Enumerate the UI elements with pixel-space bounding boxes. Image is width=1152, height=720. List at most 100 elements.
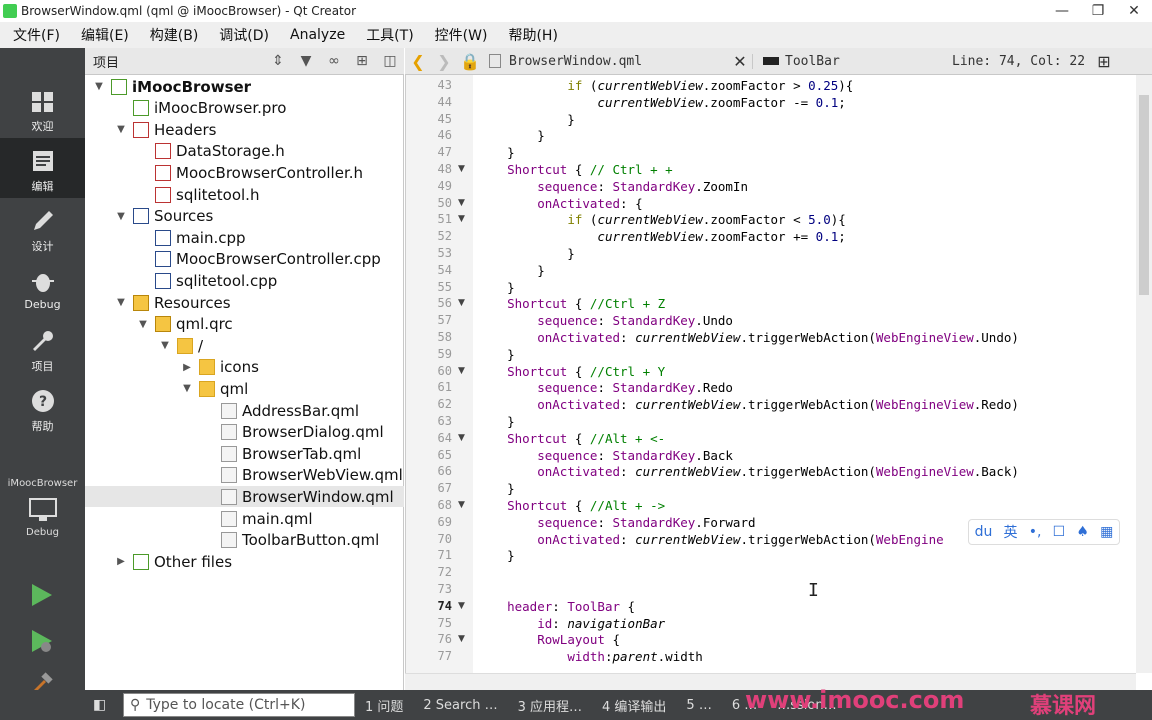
ime-menu-icon[interactable]: ▦ [1100, 524, 1113, 540]
code-editor[interactable]: if (currentWebView.zoomFactor > 0.25){ c… [473, 75, 1136, 673]
code-line[interactable]: width:parent.width [477, 648, 702, 665]
tree-item[interactable]: BrowserTab.qml [85, 443, 404, 464]
tree-item[interactable]: ▼ iMoocBrowser [85, 76, 404, 97]
tree-item[interactable]: iMoocBrowser.pro [85, 98, 404, 119]
pane-5[interactable]: 5 … [676, 698, 721, 713]
code-line[interactable]: RowLayout { [477, 631, 620, 648]
close-window-button[interactable]: ✕ [1116, 3, 1152, 19]
ime-toolbar[interactable]: du 英 •, ☐ ♠ ▦ [968, 519, 1120, 545]
code-line[interactable]: } [477, 127, 545, 144]
pane-compile-output[interactable]: 4 编译输出 [592, 696, 676, 715]
code-line[interactable]: } [477, 346, 515, 363]
mode-projects[interactable]: 项目 [0, 318, 85, 378]
code-line[interactable]: Shortcut { // Ctrl + + [477, 161, 673, 178]
locator-input[interactable]: ⚲ Type to locate (Ctrl+K) [123, 693, 355, 717]
code-line[interactable]: Shortcut { //Ctrl + Z [477, 295, 665, 312]
vertical-scrollbar[interactable] [1136, 75, 1152, 673]
mode-debug[interactable]: Debug [0, 258, 85, 318]
tree-item[interactable]: ▶ icons [85, 357, 404, 378]
code-line[interactable]: Shortcut { //Alt + <- [477, 430, 665, 447]
tree-item[interactable]: ▶ Other files [85, 551, 404, 572]
fold-marker-icon[interactable]: ▼ [458, 598, 465, 615]
tree-item[interactable]: BrowserWebView.qml [85, 465, 404, 486]
expand-arrow-icon[interactable]: ▼ [115, 124, 127, 135]
expand-arrow-icon[interactable]: ▼ [159, 340, 171, 351]
tree-item[interactable]: ToolbarButton.qml [85, 530, 404, 551]
tree-item[interactable]: AddressBar.qml [85, 400, 404, 421]
pane-issues[interactable]: 1 问题 [355, 696, 413, 715]
split-icon[interactable]: ⊞ [348, 53, 376, 69]
code-line[interactable]: if (currentWebView.zoomFactor > 0.25){ [477, 77, 853, 94]
ime-keyboard-icon[interactable]: ☐ [1053, 524, 1066, 540]
tree-item[interactable]: ▼ qml [85, 378, 404, 399]
forward-arrow-icon[interactable]: ❯ [431, 52, 457, 71]
pane-app-output[interactable]: 3 应用程… [508, 696, 592, 715]
code-line[interactable]: sequence: StandardKey.Forward [477, 514, 755, 531]
code-line[interactable]: onActivated: currentWebView.triggerWebAc… [477, 396, 1019, 413]
code-line[interactable]: sequence: StandardKey.ZoomIn [477, 178, 748, 195]
code-line[interactable]: if (currentWebView.zoomFactor < 5.0){ [477, 211, 845, 228]
fold-marker-icon[interactable]: ▼ [458, 430, 465, 447]
close-panel-icon[interactable]: ◫ [376, 53, 404, 69]
code-line[interactable]: Shortcut { //Ctrl + Y [477, 363, 665, 380]
fold-marker-icon[interactable]: ▼ [458, 195, 465, 212]
tree-item[interactable]: ▼ Headers [85, 119, 404, 140]
code-line[interactable]: } [477, 245, 575, 262]
menu-analyze[interactable]: Analyze [277, 27, 353, 43]
link-icon[interactable]: ∞ [320, 53, 348, 69]
code-line[interactable]: } [477, 413, 515, 430]
tree-item[interactable]: BrowserWindow.qml [85, 486, 404, 508]
fold-marker-icon[interactable]: ▼ [458, 211, 465, 228]
expand-arrow-icon[interactable]: ▼ [181, 383, 193, 394]
code-line[interactable]: sequence: StandardKey.Redo [477, 379, 733, 396]
code-line[interactable]: id: navigationBar [477, 615, 665, 632]
menu-edit[interactable]: 编辑(E) [68, 25, 137, 45]
tree-item[interactable]: MoocBrowserController.h [85, 162, 404, 183]
code-line[interactable]: } [477, 480, 515, 497]
restore-button[interactable]: ❐ [1080, 3, 1116, 19]
split-editor-icon[interactable]: ⊞ [1092, 52, 1116, 71]
fold-marker-icon[interactable]: ▼ [458, 631, 465, 648]
tree-item[interactable]: BrowserDialog.qml [85, 422, 404, 443]
code-line[interactable]: } [477, 111, 575, 128]
menu-debug[interactable]: 调试(D) [206, 25, 277, 45]
code-line[interactable]: onActivated: currentWebView.triggerWebAc… [477, 531, 943, 548]
mode-welcome[interactable]: 欢迎 [0, 78, 85, 138]
code-line[interactable]: sequence: StandardKey.Back [477, 447, 733, 464]
code-line[interactable]: header: ToolBar { [477, 598, 635, 615]
code-line[interactable]: } [477, 262, 545, 279]
symbol-combo[interactable]: ToolBar [752, 53, 942, 69]
tree-item[interactable]: ▼ Resources [85, 292, 404, 313]
code-line[interactable]: onActivated: currentWebView.triggerWebAc… [477, 463, 1019, 480]
ime-skin-icon[interactable]: ♠ [1076, 524, 1089, 540]
close-document-icon[interactable]: ✕ [728, 52, 752, 71]
tree-item[interactable]: sqlitetool.cpp [85, 270, 404, 291]
open-documents-combo[interactable]: BrowserWindow.qml [483, 54, 728, 69]
toggle-sidebar-icon[interactable]: ◧ [93, 697, 106, 713]
sort-arrows-icon[interactable]: ⇕ [264, 53, 292, 69]
kit-selector[interactable]: iMoocBrowser Debug [0, 478, 85, 538]
expand-arrow-icon[interactable]: ▶ [115, 556, 127, 567]
code-line[interactable]: } [477, 144, 515, 161]
code-line[interactable]: onActivated: { [477, 195, 642, 212]
ime-punct-icon[interactable]: •, [1029, 524, 1042, 540]
menu-build[interactable]: 构建(B) [137, 25, 207, 45]
expand-arrow-icon[interactable]: ▼ [93, 81, 105, 92]
menu-window[interactable]: 控件(W) [422, 25, 496, 45]
tree-item[interactable]: ▼ Sources [85, 206, 404, 227]
debug-run-icon[interactable] [28, 628, 54, 654]
code-line[interactable]: } [477, 547, 515, 564]
expand-arrow-icon[interactable]: ▼ [115, 297, 127, 308]
pane-search[interactable]: 2 Search … [413, 698, 507, 713]
filter-icon[interactable]: ▼ [292, 53, 320, 69]
tree-item[interactable]: ▼ / [85, 335, 404, 356]
code-line[interactable]: currentWebView.zoomFactor -= 0.1; [477, 94, 845, 111]
tree-item[interactable]: MoocBrowserController.cpp [85, 249, 404, 270]
minimize-button[interactable]: — [1044, 3, 1080, 19]
tree-item[interactable]: DataStorage.h [85, 141, 404, 162]
menu-tools[interactable]: 工具(T) [353, 25, 421, 45]
fold-marker-icon[interactable]: ▼ [458, 497, 465, 514]
expand-arrow-icon[interactable]: ▼ [137, 319, 149, 330]
run-icon[interactable] [28, 582, 54, 608]
mode-edit[interactable]: 编辑 [0, 138, 85, 198]
